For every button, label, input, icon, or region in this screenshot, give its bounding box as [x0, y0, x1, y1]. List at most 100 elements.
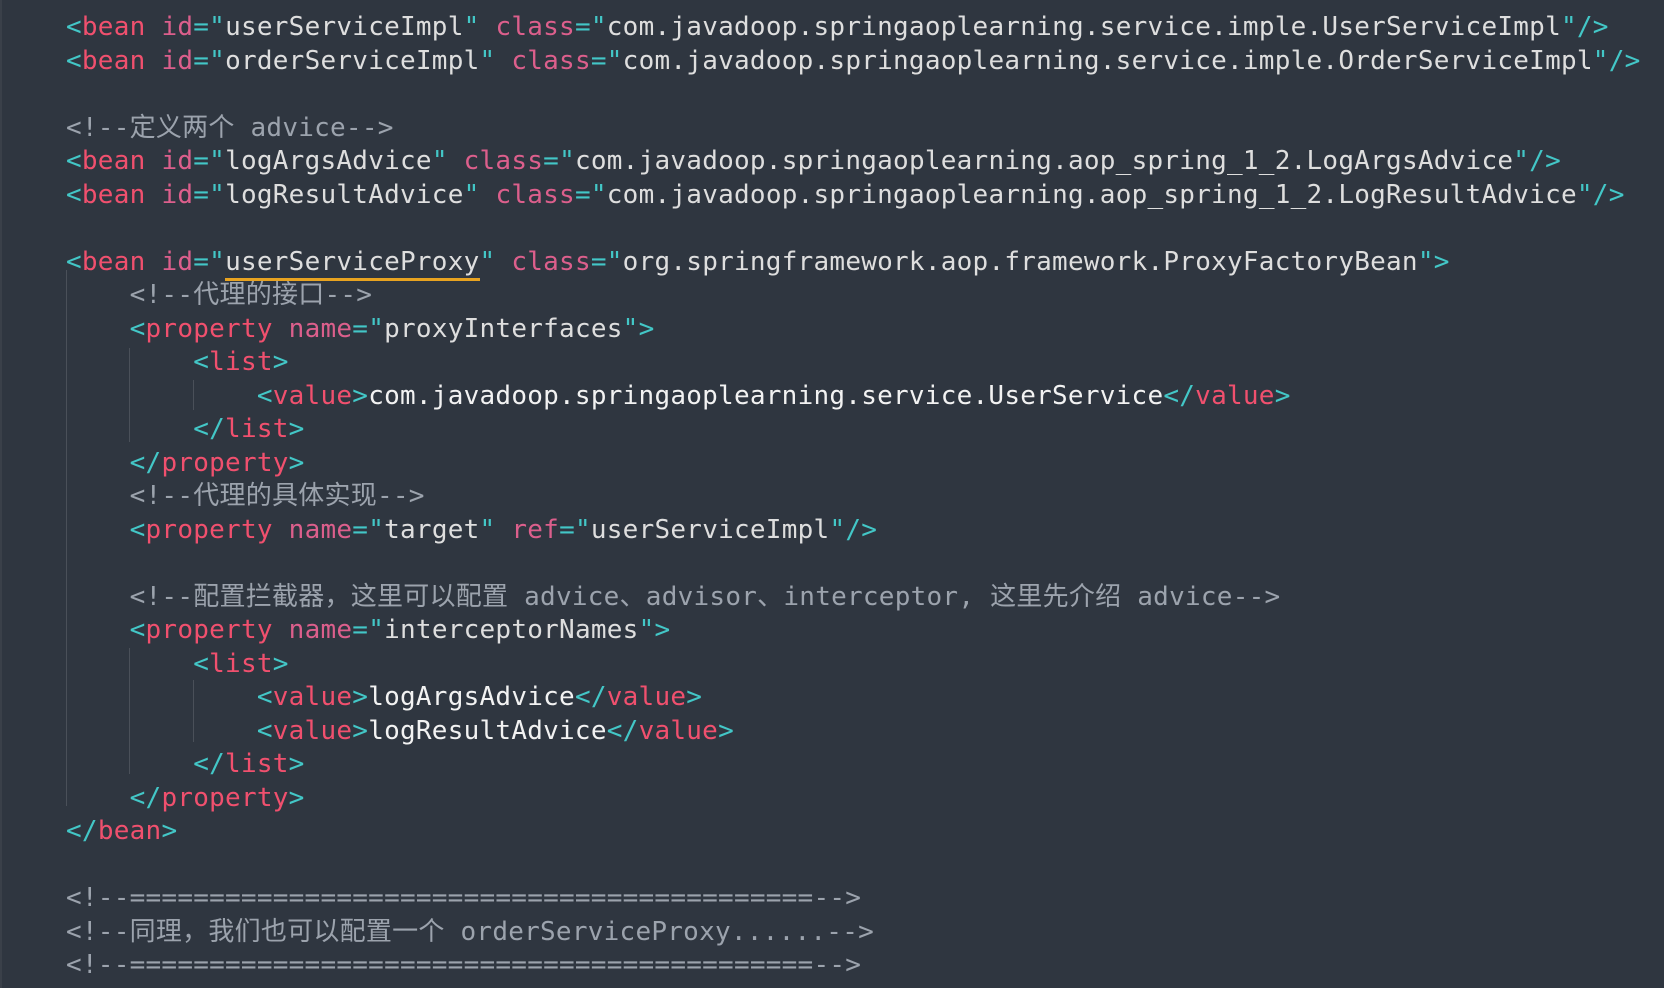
code-token: bean	[81, 12, 146, 42]
code-token: bean	[81, 45, 146, 76]
code-token: =	[193, 146, 210, 176]
code-token: =	[193, 179, 210, 210]
code-token: >	[686, 682, 703, 712]
code-line[interactable]: </list>	[66, 412, 305, 446]
code-token: logArgsAdvice	[225, 146, 432, 176]
code-line[interactable]: <!--同理，我们也可以配置一个 orderServiceProxy......…	[66, 915, 874, 949]
code-token: =	[352, 313, 369, 344]
code-token: "	[463, 12, 480, 42]
code-token: </	[129, 782, 162, 813]
code-token: >	[272, 347, 289, 377]
code-line[interactable]: <value>com.javadoop.springaoplearning.se…	[66, 379, 1291, 413]
code-token: "	[606, 246, 623, 277]
code-token: property	[161, 447, 289, 478]
code-line[interactable]: <!--代理的接口-->	[66, 278, 372, 312]
code-line[interactable]: <!--====================================…	[66, 881, 861, 915]
code-token: <	[193, 648, 210, 679]
code-token: "	[1513, 146, 1530, 176]
code-token: "	[209, 45, 226, 76]
code-editor[interactable]: <bean id="userServiceImpl" class="com.ja…	[0, 0, 1664, 988]
code-token: <	[193, 347, 210, 377]
code-line[interactable]: <bean id="logArgsAdvice" class="com.java…	[66, 144, 1561, 178]
code-token: </	[66, 816, 98, 846]
code-token: "	[574, 514, 591, 545]
code-token: userServiceImpl	[590, 514, 830, 545]
code-line[interactable]: <bean id="userServiceImpl" class="com.ja…	[66, 10, 1609, 44]
code-token: =	[559, 514, 575, 545]
code-line[interactable]: <bean id="userServiceProxy" class="org.s…	[66, 245, 1450, 281]
code-token: <	[129, 615, 146, 645]
code-line[interactable]: </property>	[66, 781, 305, 815]
code-line[interactable]: <property name="target" ref="userService…	[66, 513, 877, 547]
code-token: <	[129, 514, 146, 545]
code-line[interactable]: <list>	[66, 647, 289, 681]
code-token: com.javadoop.springaoplearning.service.i…	[622, 45, 1593, 76]
code-line[interactable]: <property name="proxyInterfaces">	[66, 312, 655, 346]
code-token: "	[1592, 45, 1609, 76]
code-token: com.javadoop.springaoplearning.service.U…	[368, 380, 1164, 411]
code-token: "	[479, 246, 496, 277]
code-token: <	[256, 380, 273, 411]
code-token: >	[352, 380, 369, 411]
code-line[interactable]: <bean id="orderServiceImpl" class="com.j…	[66, 44, 1641, 78]
code-token: =	[193, 246, 210, 277]
code-line[interactable]: <!--配置拦截器，这里可以配置 advice、advisor、intercep…	[66, 580, 1281, 614]
code-line[interactable]: <!--代理的具体实现-->	[66, 479, 425, 513]
code-token: "	[209, 12, 226, 42]
code-token: <	[66, 179, 82, 210]
code-token: org.springframework.aop.framework.ProxyF…	[622, 246, 1418, 277]
code-token: >	[288, 414, 305, 444]
code-token: logResultAdvice	[368, 715, 607, 746]
code-line[interactable]: <list>	[66, 345, 289, 379]
code-token: >	[161, 816, 178, 846]
code-line[interactable]: </property>	[66, 446, 305, 480]
code-token: "	[638, 615, 655, 645]
code-token: value	[272, 380, 353, 411]
code-token: >	[1274, 380, 1291, 411]
code-line[interactable]: <property name="interceptorNames">	[66, 613, 671, 647]
code-token: <!--定义两个 advice-->	[66, 112, 394, 143]
code-line[interactable]: <!--====================================…	[66, 948, 861, 982]
code-line[interactable]: <bean id="logResultAdvice" class="com.ja…	[66, 178, 1625, 212]
code-token: com.javadoop.springaoplearning.aop_sprin…	[606, 179, 1577, 210]
code-token: =	[590, 45, 607, 76]
code-token: id	[161, 146, 194, 176]
code-token: "	[368, 514, 385, 545]
code-token: =	[352, 615, 369, 645]
code-line[interactable]: <!--定义两个 advice-->	[66, 111, 394, 145]
code-token: "	[368, 615, 385, 645]
code-token: proxyInterfaces	[384, 313, 623, 344]
code-line[interactable]: <value>logResultAdvice</value>	[66, 714, 734, 748]
code-token: interceptorNames	[384, 615, 639, 645]
code-token: </	[574, 682, 607, 712]
code-token: "	[622, 313, 639, 344]
code-token: userServiceImpl	[225, 12, 464, 42]
code-token: "	[1576, 179, 1593, 210]
code-token: value	[638, 715, 719, 746]
code-token: </	[1163, 380, 1196, 411]
code-line[interactable]: </bean>	[66, 814, 177, 848]
code-token: list	[225, 749, 289, 779]
code-token: >	[352, 715, 369, 746]
code-token: <	[256, 715, 273, 746]
code-token: >	[718, 715, 734, 746]
code-token: <!--代理的具体实现-->	[129, 481, 425, 511]
code-token: >	[352, 682, 369, 712]
code-token: />	[1576, 12, 1609, 42]
code-line[interactable]: </list>	[66, 747, 305, 781]
code-line[interactable]: <value>logArgsAdvice</value>	[66, 680, 702, 714]
code-token: "	[1417, 246, 1434, 277]
code-token: <!--代理的接口-->	[129, 280, 373, 310]
